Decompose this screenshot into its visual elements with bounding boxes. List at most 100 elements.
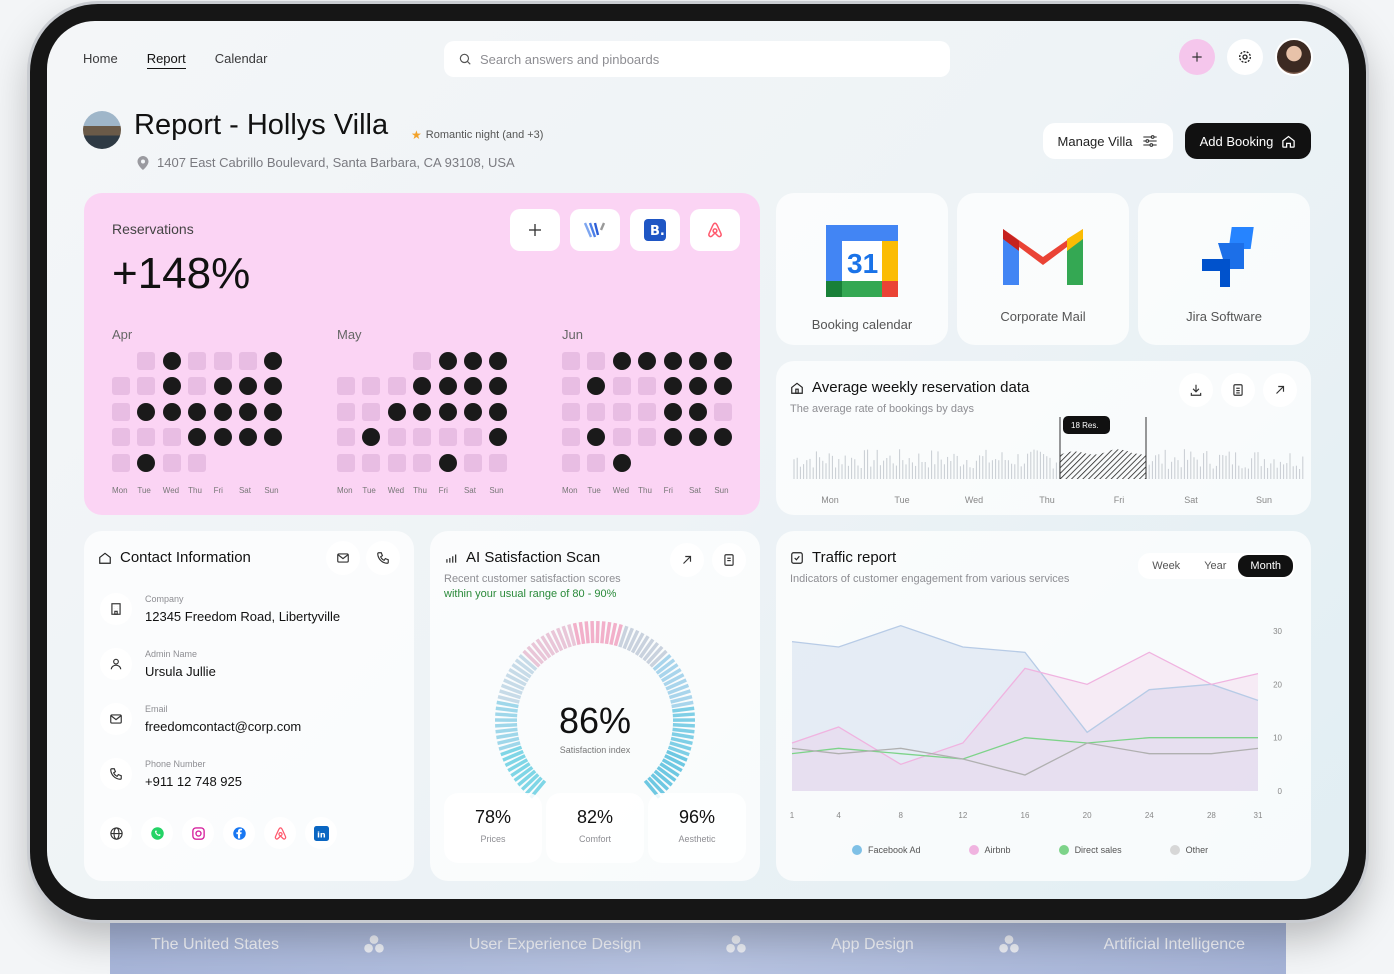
free-day[interactable] [137,352,156,370]
manage-villa-button[interactable]: Manage Villa [1043,123,1173,159]
free-day[interactable] [714,402,733,421]
booked-day[interactable] [438,453,457,472]
free-day[interactable] [337,453,355,472]
free-day[interactable] [188,453,207,472]
free-day[interactable] [562,428,580,447]
linkedin-icon[interactable]: in [305,817,337,849]
free-day[interactable] [362,453,381,472]
globe-icon[interactable] [100,817,132,849]
airbnb-button[interactable] [690,209,740,251]
booked-day[interactable] [213,377,232,396]
corporate-mail-card[interactable]: Corporate Mail [957,193,1129,345]
free-day[interactable] [413,428,432,447]
free-day[interactable] [362,377,381,396]
booked-day[interactable] [489,402,508,421]
booked-day[interactable] [438,377,457,396]
booked-day[interactable] [688,377,707,396]
free-day[interactable] [112,453,130,472]
free-day[interactable] [612,402,631,421]
free-day[interactable] [638,402,657,421]
free-day[interactable] [587,402,606,421]
booking-calendar-card[interactable]: 31 Booking calendar [776,193,948,345]
vrbo-button[interactable] [570,209,620,251]
free-day[interactable] [238,352,257,370]
free-day[interactable] [137,428,156,447]
document-button[interactable] [712,543,746,577]
free-day[interactable] [337,377,355,396]
free-day[interactable] [562,453,580,472]
free-day[interactable] [162,428,181,447]
free-day[interactable] [112,428,130,447]
whatsapp-icon[interactable] [141,817,173,849]
free-day[interactable] [612,377,631,396]
booked-day[interactable] [264,402,283,421]
booked-day[interactable] [238,402,257,421]
booked-day[interactable] [188,428,207,447]
booked-day[interactable] [162,377,181,396]
booked-day[interactable] [238,377,257,396]
free-day[interactable] [587,453,606,472]
booked-day[interactable] [638,352,657,370]
booked-day[interactable] [264,377,283,396]
nav-home[interactable]: Home [83,51,118,69]
nav-calendar[interactable]: Calendar [215,51,268,69]
free-day[interactable] [562,377,580,396]
free-day[interactable] [137,377,156,396]
booked-day[interactable] [162,402,181,421]
booked-day[interactable] [264,428,283,447]
booking-com-button[interactable]: B. [630,209,680,251]
free-day[interactable] [112,377,130,396]
booked-day[interactable] [587,377,606,396]
booked-day[interactable] [463,352,482,370]
booked-day[interactable] [188,402,207,421]
booked-day[interactable] [688,352,707,370]
call-button[interactable] [366,541,400,575]
free-day[interactable] [337,402,355,421]
booked-day[interactable] [162,352,181,370]
free-day[interactable] [562,402,580,421]
free-day[interactable] [463,428,482,447]
email-value[interactable]: freedomcontact@corp.com [145,719,301,734]
phone-value[interactable]: +911 12 748 925 [145,774,242,789]
email-button[interactable] [326,541,360,575]
free-day[interactable] [387,453,406,472]
expand-button[interactable] [670,543,704,577]
booked-day[interactable] [489,352,508,370]
booked-day[interactable] [714,377,733,396]
booked-day[interactable] [137,453,156,472]
airbnb-icon[interactable] [264,817,296,849]
booked-day[interactable] [238,428,257,447]
booked-day[interactable] [413,377,432,396]
booked-day[interactable] [663,352,682,370]
facebook-icon[interactable] [223,817,255,849]
free-day[interactable] [438,428,457,447]
booked-day[interactable] [714,352,733,370]
jira-software-card[interactable]: Jira Software [1138,193,1310,345]
free-day[interactable] [489,453,508,472]
free-day[interactable] [463,453,482,472]
add-booking-button[interactable]: Add Booking [1185,123,1311,159]
free-day[interactable] [387,377,406,396]
booked-day[interactable] [489,377,508,396]
booked-day[interactable] [587,428,606,447]
booked-day[interactable] [688,402,707,421]
free-day[interactable] [387,428,406,447]
instagram-icon[interactable] [182,817,214,849]
free-day[interactable] [587,352,606,370]
booked-day[interactable] [213,428,232,447]
booked-day[interactable] [413,402,432,421]
booked-day[interactable] [264,352,283,370]
booked-day[interactable] [612,453,631,472]
free-day[interactable] [638,428,657,447]
search-input[interactable]: Search answers and pinboards [444,41,950,77]
free-day[interactable] [162,453,181,472]
free-day[interactable] [337,428,355,447]
avatar[interactable] [1275,38,1313,76]
booked-day[interactable] [438,352,457,370]
booked-day[interactable] [714,428,733,447]
free-day[interactable] [188,352,207,370]
free-day[interactable] [612,428,631,447]
booked-day[interactable] [663,377,682,396]
free-day[interactable] [413,453,432,472]
booked-day[interactable] [463,402,482,421]
